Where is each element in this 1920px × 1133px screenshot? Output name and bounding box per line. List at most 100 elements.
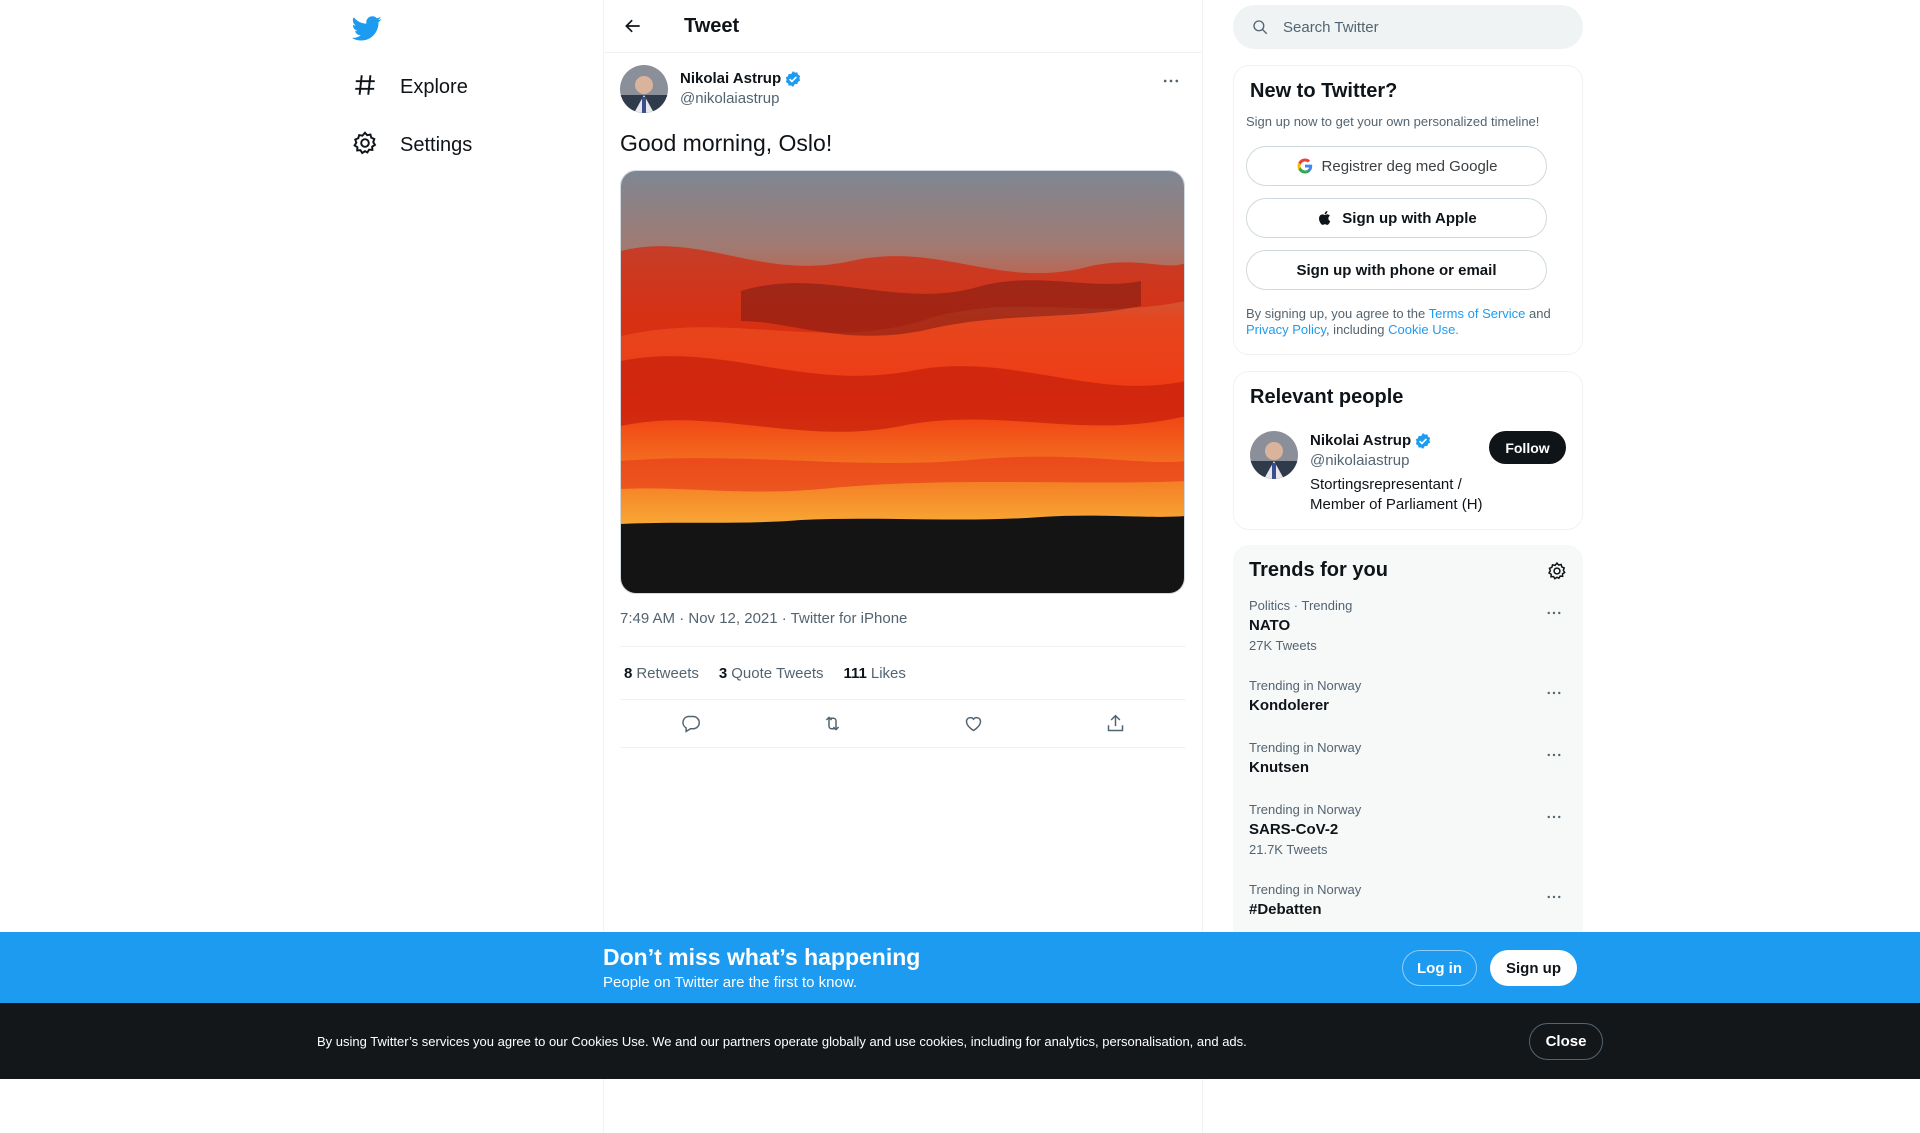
trends-card: Trends for you Politics · Trending NATO …: [1233, 545, 1583, 965]
reply-button[interactable]: [673, 706, 709, 742]
trend-name: Kondolerer: [1249, 697, 1330, 714]
trend-item[interactable]: Trending in Norway Kondolerer: [1249, 678, 1567, 716]
trend-more-button[interactable]: [1541, 884, 1567, 910]
privacy-link[interactable]: Privacy Policy: [1246, 322, 1326, 337]
more-icon: [1547, 753, 1561, 757]
avatar[interactable]: [620, 65, 668, 113]
trends-header: Trends for you: [1249, 559, 1567, 582]
new-to-twitter-title: New to Twitter?: [1250, 80, 1398, 102]
tweet-more-button[interactable]: [1156, 66, 1186, 96]
tweet-stats: 8 Retweets 3 Quote Tweets 111 Likes: [620, 646, 1186, 700]
signup-banner-subtitle: People on Twitter are the first to know.: [603, 974, 858, 991]
tweet-author-row: Nikolai Astrup @nikolaiastrup: [620, 64, 1186, 114]
tweet-source[interactable]: Twitter for iPhone: [791, 610, 908, 627]
meta-separator: ·: [777, 610, 791, 627]
cookie-close-button[interactable]: Close: [1529, 1023, 1603, 1060]
like-icon: [966, 716, 982, 732]
nav-settings-label: Settings: [400, 133, 473, 156]
trend-item[interactable]: Trending in Norway Knutsen: [1249, 740, 1567, 778]
google-signup-button[interactable]: Registrer deg med Google: [1246, 146, 1547, 186]
like-button[interactable]: [956, 706, 992, 742]
phone-signup-button[interactable]: Sign up with phone or email: [1246, 250, 1547, 290]
tweet-photo[interactable]: [620, 170, 1185, 594]
cookie-banner: By using Twitter’s services you agree to…: [0, 1003, 1920, 1079]
tweet-meta: 7:49 AM · Nov 12, 2021 · Twitter for iPh…: [620, 610, 1186, 630]
quotes-stat[interactable]: 3 Quote Tweets: [719, 665, 824, 682]
trend-context: Politics · Trending: [1249, 598, 1353, 613]
nav-item-settings[interactable]: Settings: [345, 120, 472, 170]
google-signup-label: Registrer deg med Google: [1321, 157, 1498, 175]
search-icon: [1253, 20, 1268, 35]
likes-stat[interactable]: 111 Likes: [844, 665, 906, 682]
legal-and: and: [1525, 306, 1551, 321]
trend-context: Trending in Norway: [1249, 678, 1362, 693]
trend-item[interactable]: Trending in Norway SARS-CoV-2 21.7K Twee…: [1249, 802, 1567, 858]
tweet-actions: [620, 700, 1186, 748]
trend-item[interactable]: Trending in Norway #Debatten: [1249, 882, 1567, 920]
signup-legal-text: By signing up, you agree to the Terms of…: [1246, 306, 1566, 338]
gear-icon: [352, 130, 378, 161]
trend-item[interactable]: Politics · Trending NATO 27K Tweets: [1249, 598, 1567, 654]
tweet-timestamp[interactable]: 7:49 AM · Nov 12, 2021: [620, 610, 778, 627]
retweets-count: 8: [624, 664, 633, 682]
nav-explore-label: Explore: [400, 75, 468, 98]
trend-more-button[interactable]: [1541, 742, 1567, 768]
avatar[interactable]: [1250, 431, 1298, 479]
trend-more-button[interactable]: [1541, 680, 1567, 706]
cookie-text: By using Twitter’s services you agree to…: [317, 1034, 1247, 1049]
share-icon: [1107, 714, 1123, 732]
phone-signup-label: Sign up with phone or email: [1296, 261, 1497, 279]
nav-item-explore[interactable]: Explore: [345, 62, 468, 112]
trend-context: Trending in Norway: [1249, 740, 1362, 755]
signup-banner: Don’t miss what’s happening People on Tw…: [0, 932, 1920, 1003]
apple-signup-label: Sign up with Apple: [1342, 209, 1477, 227]
verified-icon: [786, 71, 801, 87]
more-icon: [1547, 611, 1561, 615]
twitter-logo-icon[interactable]: [351, 13, 382, 43]
signup-button[interactable]: Sign up: [1490, 950, 1577, 986]
retweets-stat[interactable]: 8 Retweets: [624, 665, 699, 682]
legal-prefix: By signing up, you agree to the: [1246, 306, 1429, 321]
trend-name: SARS-CoV-2: [1249, 821, 1339, 838]
login-button[interactable]: Log in: [1402, 950, 1477, 986]
legal-including: , including: [1325, 322, 1389, 337]
retweet-button[interactable]: [814, 706, 850, 742]
gear-icon[interactable]: [1547, 561, 1567, 581]
relevant-person[interactable]: Nikolai Astrup @nikolaiastrup Stortingsr…: [1250, 431, 1566, 515]
google-icon: [1297, 158, 1312, 174]
relevant-person-handle[interactable]: @nikolaiastrup: [1310, 451, 1520, 471]
trend-more-button[interactable]: [1541, 600, 1567, 626]
more-icon: [1547, 815, 1561, 819]
relevant-person-name: Nikolai Astrup: [1310, 432, 1412, 449]
share-button[interactable]: [1097, 706, 1133, 742]
tweet-author: Nikolai Astrup @nikolaiastrup: [680, 69, 802, 109]
tweet-header: Tweet: [604, 0, 1202, 53]
author-handle[interactable]: @nikolaiastrup: [680, 89, 802, 109]
more-icon: [1547, 691, 1561, 695]
verified-icon: [1416, 433, 1431, 449]
signup-banner-title: Don’t miss what’s happening: [603, 944, 921, 970]
page-title: Tweet: [684, 14, 740, 37]
tweet-text: Good morning, Oslo!: [620, 130, 833, 156]
back-button[interactable]: [616, 9, 650, 43]
trend-more-button[interactable]: [1541, 804, 1567, 830]
trend-name: Knutsen: [1249, 759, 1309, 776]
search-box[interactable]: [1233, 5, 1583, 49]
trend-name: NATO: [1249, 617, 1291, 634]
trend-context: Trending in Norway: [1249, 802, 1362, 817]
likes-count: 111: [843, 664, 867, 682]
trend-name: #Debatten: [1249, 901, 1322, 918]
search-input[interactable]: [1283, 18, 1563, 36]
apple-signup-button[interactable]: Sign up with Apple: [1246, 198, 1547, 238]
terms-link[interactable]: Terms of Service: [1429, 306, 1526, 321]
apple-icon: [1319, 211, 1331, 225]
reply-icon: [682, 715, 701, 733]
tweet: Nikolai Astrup @nikolaiastrup Good morni…: [604, 53, 1202, 748]
trend-count: 27K Tweets: [1249, 638, 1317, 653]
more-icon: [1547, 895, 1561, 899]
author-name-row[interactable]: Nikolai Astrup: [680, 69, 802, 89]
retweet-icon: [825, 716, 839, 731]
follow-button[interactable]: Follow: [1489, 431, 1566, 464]
page-root: Explore Settings Tweet Nikolai Astrup @n…: [0, 0, 1920, 1133]
cookie-use-link[interactable]: Cookie Use.: [1388, 322, 1459, 337]
